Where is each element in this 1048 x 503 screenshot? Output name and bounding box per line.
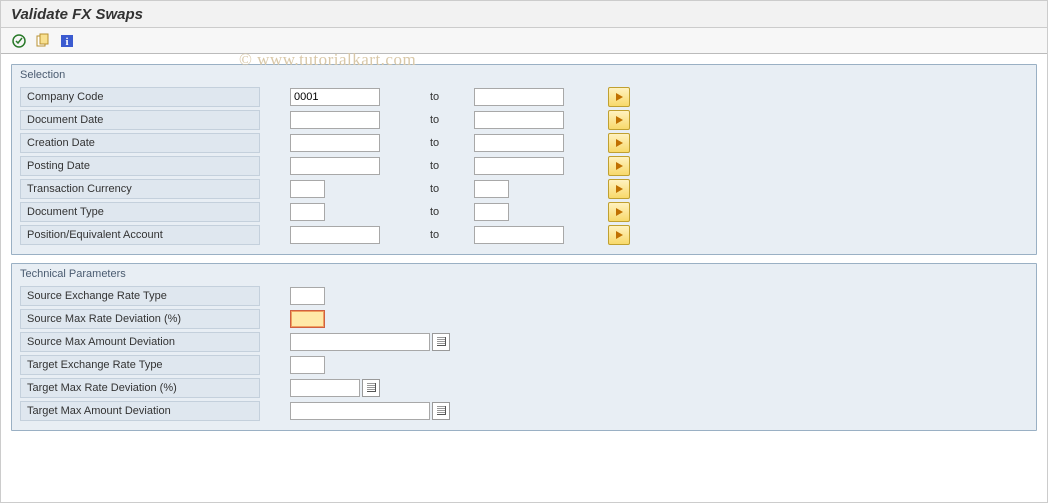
to-label: to xyxy=(430,91,460,103)
svg-text:i: i xyxy=(65,36,68,48)
tech-input[interactable] xyxy=(290,379,360,397)
to-input[interactable] xyxy=(474,111,564,129)
to-label: to xyxy=(430,114,460,126)
field-label: Source Exchange Rate Type xyxy=(20,286,260,306)
from-input[interactable] xyxy=(290,157,380,175)
field-label: Company Code xyxy=(20,87,260,107)
from-input[interactable] xyxy=(290,203,325,221)
to-label: to xyxy=(430,137,460,149)
field-label: Posting Date xyxy=(20,156,260,176)
multiple-selection-button[interactable] xyxy=(608,179,630,199)
tech-group-title: Technical Parameters xyxy=(12,264,1036,282)
to-label: to xyxy=(430,206,460,218)
tech-row: Source Exchange Rate Type xyxy=(20,284,1028,307)
field-label: Source Max Rate Deviation (%) xyxy=(20,309,260,329)
from-input[interactable] xyxy=(290,88,380,106)
to-input[interactable] xyxy=(474,180,509,198)
tech-input[interactable] xyxy=(290,356,325,374)
tech-input[interactable] xyxy=(290,310,325,328)
tech-input[interactable] xyxy=(290,333,430,351)
selection-row: Document Date to xyxy=(20,108,1028,131)
page-title: Validate FX Swaps xyxy=(11,6,143,23)
tech-input[interactable] xyxy=(290,287,325,305)
from-input[interactable] xyxy=(290,226,380,244)
selection-row: Document Type to xyxy=(20,200,1028,223)
to-label: to xyxy=(430,160,460,172)
multiple-selection-button[interactable] xyxy=(608,87,630,107)
tech-row: Target Max Rate Deviation (%) xyxy=(20,376,1028,399)
content-area: © www.tutorialkart.com Selection Company… xyxy=(1,54,1047,449)
multiple-selection-button[interactable] xyxy=(608,202,630,222)
selection-group-title: Selection xyxy=(12,65,1036,83)
execute-icon[interactable] xyxy=(9,31,29,51)
tech-input[interactable] xyxy=(290,402,430,420)
field-label: Position/Equivalent Account xyxy=(20,225,260,245)
field-label: Target Exchange Rate Type xyxy=(20,355,260,375)
field-label: Source Max Amount Deviation xyxy=(20,332,260,352)
tech-row: Target Max Amount Deviation xyxy=(20,399,1028,422)
from-input[interactable] xyxy=(290,111,380,129)
to-input[interactable] xyxy=(474,157,564,175)
multiple-selection-button[interactable] xyxy=(608,156,630,176)
field-label: Document Type xyxy=(20,202,260,222)
info-icon[interactable]: i xyxy=(57,31,77,51)
field-label: Transaction Currency xyxy=(20,179,260,199)
variant-icon[interactable] xyxy=(33,31,53,51)
to-input[interactable] xyxy=(474,88,564,106)
toolbar: i xyxy=(1,28,1047,54)
to-input[interactable] xyxy=(474,226,564,244)
search-help-icon[interactable] xyxy=(432,333,450,351)
to-label: to xyxy=(430,229,460,241)
tech-row: Source Max Amount Deviation xyxy=(20,330,1028,353)
tech-group: Technical Parameters Source Exchange Rat… xyxy=(11,263,1037,431)
tech-row: Target Exchange Rate Type xyxy=(20,353,1028,376)
selection-row: Transaction Currency to xyxy=(20,177,1028,200)
to-label: to xyxy=(430,183,460,195)
field-label: Target Max Amount Deviation xyxy=(20,401,260,421)
selection-group: Selection Company CodetoDocument DatetoC… xyxy=(11,64,1037,255)
selection-row: Creation Date to xyxy=(20,131,1028,154)
from-input[interactable] xyxy=(290,180,325,198)
field-label: Target Max Rate Deviation (%) xyxy=(20,378,260,398)
selection-row: Position/Equivalent Account to xyxy=(20,223,1028,246)
tech-row: Source Max Rate Deviation (%) xyxy=(20,307,1028,330)
to-input[interactable] xyxy=(474,134,564,152)
selection-row: Posting Date to xyxy=(20,154,1028,177)
field-label: Document Date xyxy=(20,110,260,130)
window-title-bar: Validate FX Swaps xyxy=(1,1,1047,28)
selection-row: Company Code to xyxy=(20,85,1028,108)
field-label: Creation Date xyxy=(20,133,260,153)
to-input[interactable] xyxy=(474,203,509,221)
multiple-selection-button[interactable] xyxy=(608,110,630,130)
multiple-selection-button[interactable] xyxy=(608,133,630,153)
multiple-selection-button[interactable] xyxy=(608,225,630,245)
from-input[interactable] xyxy=(290,134,380,152)
search-help-icon[interactable] xyxy=(362,379,380,397)
search-help-icon[interactable] xyxy=(432,402,450,420)
